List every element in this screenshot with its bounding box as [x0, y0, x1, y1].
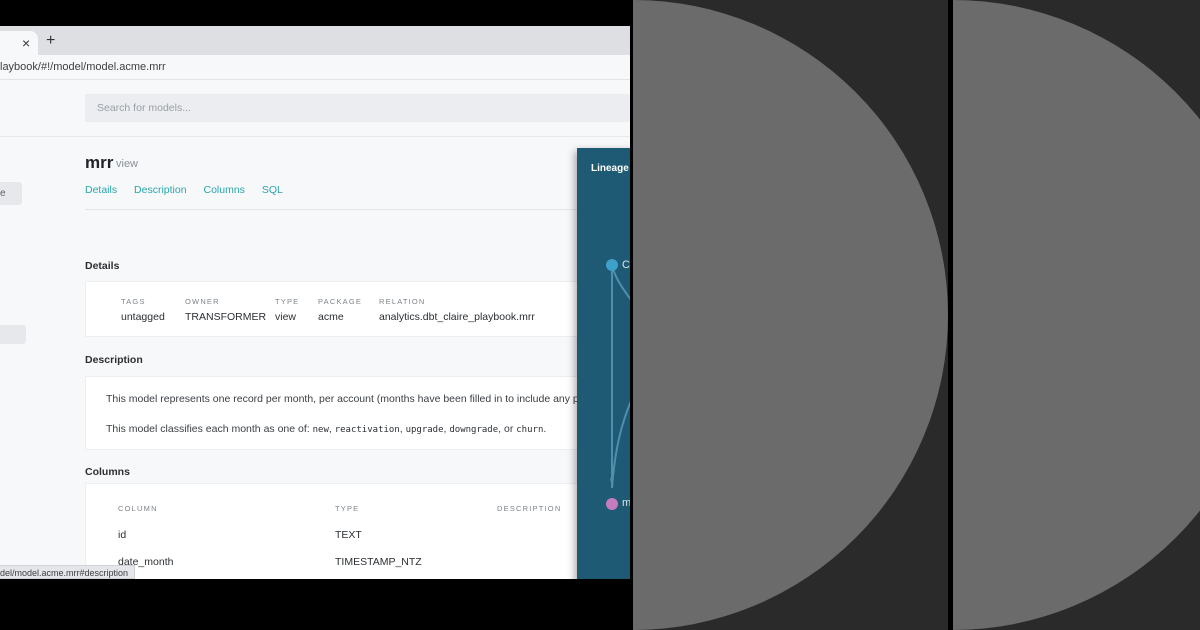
code-churn: churn	[516, 425, 544, 435]
new-tab-icon[interactable]: +	[46, 33, 55, 49]
sidebar-item[interactable]: e	[0, 182, 22, 205]
lineage-node-upstream[interactable]	[606, 259, 618, 271]
model-nav-tabs: Details Description Columns SQL	[85, 184, 297, 196]
owner-key: OWNER	[185, 297, 220, 306]
columns-table: COLUMN TYPE DESCRIPTION id TEXT date_mon…	[85, 483, 630, 579]
browser-tab[interactable]: ×	[0, 31, 38, 55]
package-key: PACKAGE	[318, 297, 363, 306]
details-heading: Details	[85, 260, 120, 272]
or-text: or	[504, 423, 514, 435]
column-header-name: COLUMN	[118, 504, 158, 513]
lineage-node-upstream-label: Cl	[622, 259, 630, 271]
column-header-type: TYPE	[335, 504, 360, 513]
half-circle-shape	[633, 0, 948, 630]
code-reactivation: reactivation	[334, 425, 400, 435]
sidebar-item-selected[interactable]	[0, 325, 26, 344]
dbt-docs-page: Search for models... e mrr view Details …	[0, 80, 630, 579]
materialization-label: view	[116, 158, 139, 170]
type-value: view	[275, 311, 297, 323]
relation-value: analytics.dbt_claire_playbook.mrr	[379, 311, 535, 323]
decorative-panel-right	[953, 0, 1200, 630]
table-row-type: TEXT	[335, 529, 362, 541]
tab-sql[interactable]: SQL	[262, 184, 283, 196]
code-new: new	[312, 425, 329, 435]
page-title: mrr	[85, 153, 114, 172]
screenshot-frame: × + laybook/#!/model/model.acme.mrr Sear…	[0, 0, 630, 630]
search-bar[interactable]: Search for models...	[85, 94, 630, 122]
description-heading: Description	[85, 354, 143, 366]
description-line-1: This model represents one record per mon…	[106, 393, 602, 405]
search-input[interactable]: Search for models...	[97, 102, 191, 114]
tab-columns[interactable]: Columns	[203, 184, 244, 196]
owner-value: TRANSFORMER	[185, 311, 267, 323]
columns-heading: Columns	[85, 466, 130, 478]
type-key: TYPE	[275, 297, 300, 306]
lineage-graph	[606, 259, 630, 510]
table-row-column[interactable]: id	[118, 529, 126, 541]
tags-value: untagged	[121, 311, 165, 323]
header-divider	[0, 136, 630, 137]
browser-window: × + laybook/#!/model/model.acme.mrr Sear…	[0, 26, 630, 579]
address-bar[interactable]: laybook/#!/model/model.acme.mrr	[0, 55, 630, 80]
tags-key: TAGS	[121, 297, 146, 306]
relation-key: RELATION	[379, 297, 426, 306]
sidebar-item-label: e	[0, 188, 6, 199]
code-downgrade: downgrade	[449, 425, 499, 435]
decorative-panel-left	[633, 0, 948, 630]
lineage-node-current[interactable]	[606, 498, 618, 510]
tab-strip: × +	[0, 26, 630, 55]
description-line-2: This model classifies each month as one …	[106, 423, 547, 435]
tabs-divider	[85, 209, 630, 210]
status-bar-url: del/model.acme.mrr#description	[0, 565, 136, 579]
tab-details[interactable]: Details	[85, 184, 117, 196]
description-card: This model represents one record per mon…	[85, 376, 630, 450]
lineage-panel[interactable]: Lineage Cl m	[577, 148, 630, 579]
details-card: TAGS untagged OWNER TRANSFORMER TYPE vie…	[85, 281, 630, 337]
column-header-description: DESCRIPTION	[497, 504, 562, 513]
description-line-2-text: This model classifies each month as one …	[106, 423, 313, 435]
tab-description[interactable]: Description	[134, 184, 187, 196]
lineage-edge	[611, 400, 630, 489]
package-value: acme	[318, 311, 344, 323]
close-tab-icon[interactable]: ×	[22, 35, 30, 51]
lineage-edge	[611, 264, 630, 301]
code-upgrade: upgrade	[405, 425, 444, 435]
half-circle-shape	[953, 0, 1200, 630]
lineage-node-current-label: m	[622, 497, 630, 509]
table-row-type: TIMESTAMP_NTZ	[335, 556, 422, 568]
url-text[interactable]: laybook/#!/model/model.acme.mrr	[0, 61, 166, 73]
